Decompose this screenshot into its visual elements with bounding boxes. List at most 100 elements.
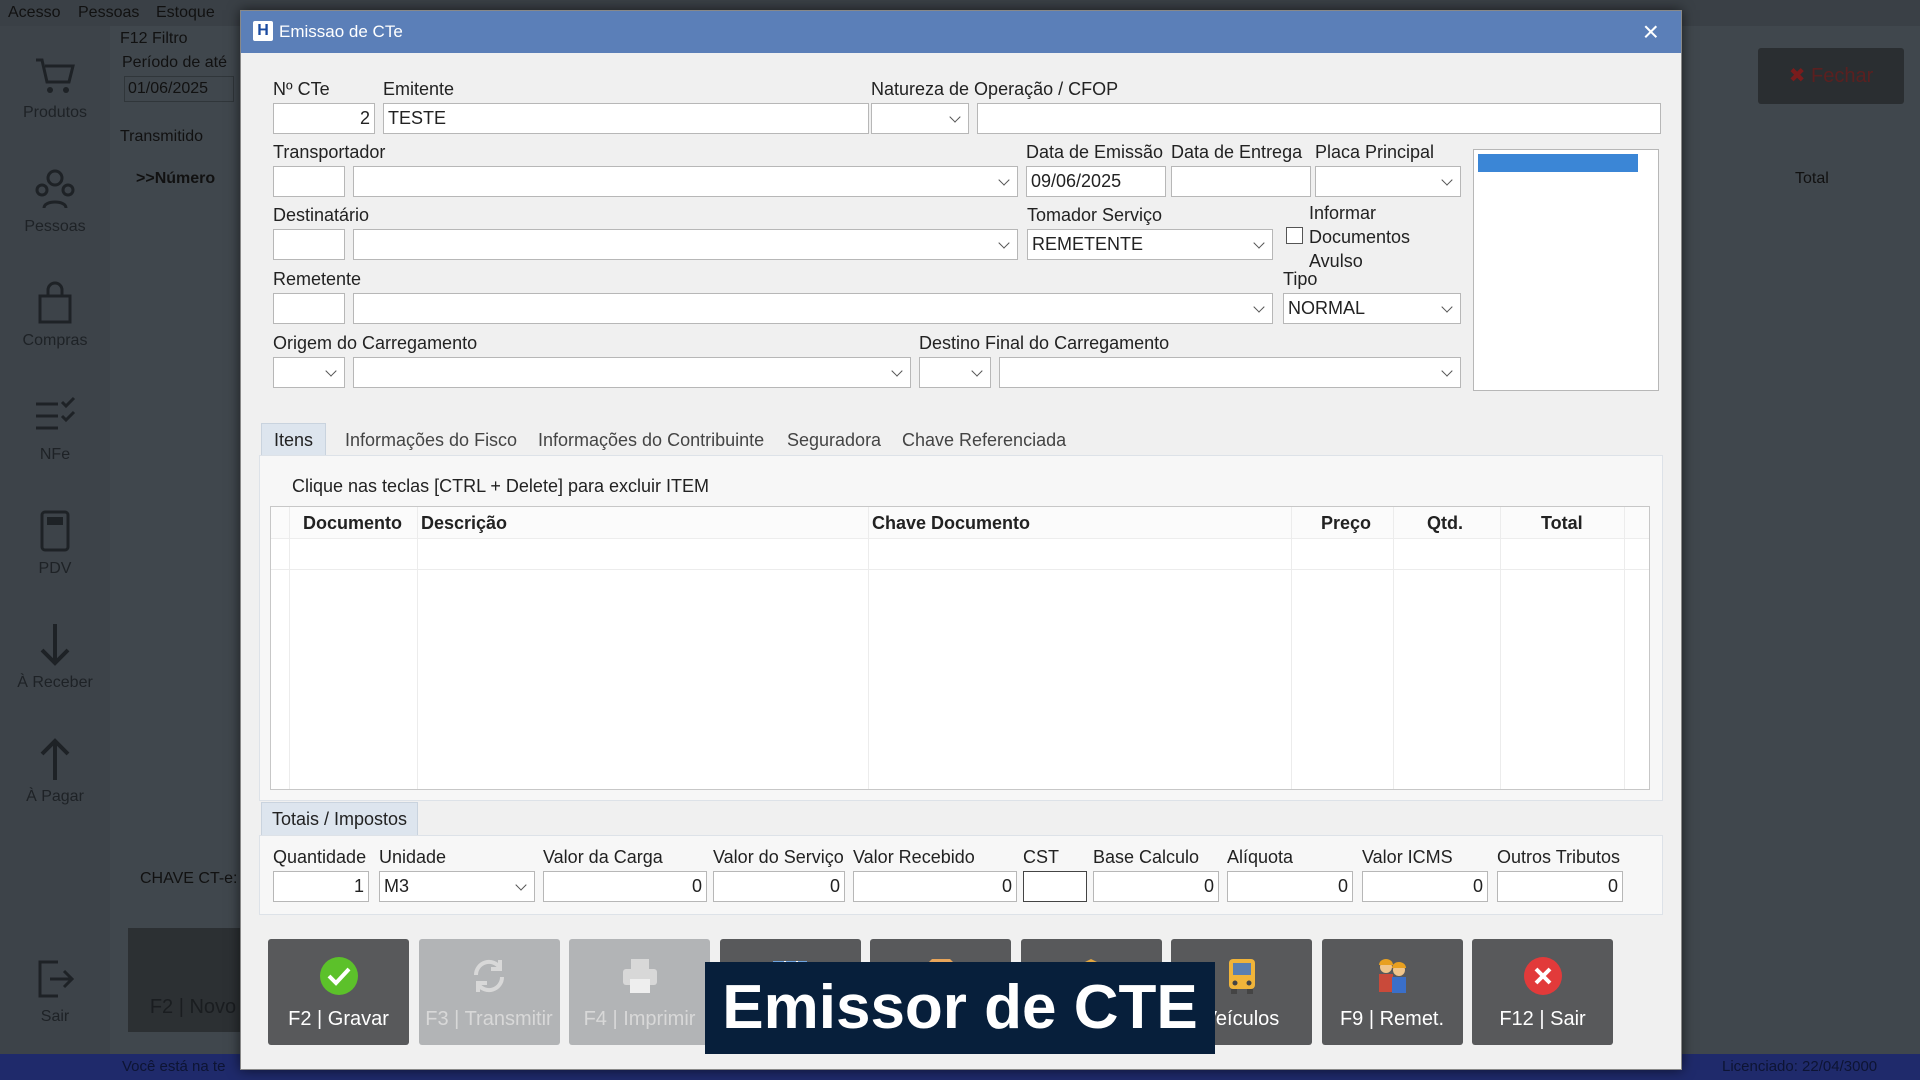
total-field-4[interactable]: 0 xyxy=(853,871,1017,902)
arrow-down-icon xyxy=(40,624,70,666)
sidebar-label: Produtos xyxy=(22,104,88,121)
sidebar-label: À Pagar xyxy=(26,788,84,805)
remetente-button[interactable]: F9 | Remet. xyxy=(1321,939,1463,1045)
remetente-select[interactable] xyxy=(353,293,1273,324)
tab-chave-referenciada[interactable]: Chave Referenciada xyxy=(902,430,1066,451)
destinatario-code-field[interactable] xyxy=(273,229,345,260)
num-cte-label: Nº CTe xyxy=(273,79,330,99)
total-field-0[interactable]: 1 xyxy=(273,871,369,902)
novo-button[interactable]: F2 | Novo xyxy=(128,928,258,1032)
imprimir-button[interactable]: F4 | Imprimir xyxy=(569,939,710,1045)
total-field-7[interactable]: 0 xyxy=(1227,871,1353,902)
transportador-label: Transportador xyxy=(273,142,386,162)
origem-cidade-select[interactable] xyxy=(353,357,911,388)
emissao-cte-dialog: H Emissao de CTe × Nº CTe 2 Emitente TES… xyxy=(240,10,1682,1070)
button-label: F12 | Sair xyxy=(1499,1008,1586,1030)
tab-seguradora[interactable]: Seguradora xyxy=(787,430,881,451)
tab-transmitido[interactable]: Transmitido xyxy=(120,128,203,146)
filter-label: F12 Filtro xyxy=(120,30,188,47)
total-label-9: Outros Tributos xyxy=(1497,847,1621,867)
total-field-8[interactable]: 0 xyxy=(1362,871,1488,902)
tab-informacoes-contribuinte[interactable]: Informações do Contribuinte xyxy=(538,430,764,451)
tomador-label: Tomador Serviço xyxy=(1027,205,1163,225)
remetente-code-field[interactable] xyxy=(273,293,345,324)
documentos-label: Documentos xyxy=(1309,227,1411,247)
fechar-button[interactable]: ✖ Fechar xyxy=(1758,48,1904,104)
tipo-select[interactable]: NORMAL xyxy=(1283,293,1461,324)
data-emissao-field[interactable]: 09/06/2025 xyxy=(1026,166,1166,197)
check-circle-icon xyxy=(318,955,360,1003)
sidebar-item-compras[interactable]: Compras xyxy=(0,280,110,350)
transmitir-button[interactable]: F3 | Transmitir xyxy=(418,939,560,1045)
placa-label: Placa Principal xyxy=(1315,142,1435,162)
selected-list-item[interactable] xyxy=(1478,154,1638,172)
button-label: F2 | Gravar xyxy=(288,1008,389,1030)
period-field[interactable]: 01/06/2025 xyxy=(124,76,234,102)
button-label: F3 | Transmitir xyxy=(425,1008,553,1030)
informar-documentos-checkbox[interactable] xyxy=(1286,227,1303,244)
close-circle-icon xyxy=(1522,955,1564,1003)
transportador-code-field[interactable] xyxy=(273,166,345,197)
sidebar-item-nfe[interactable]: NFe xyxy=(0,394,110,464)
column-preco[interactable]: Preço xyxy=(1321,513,1371,534)
transportador-select[interactable] xyxy=(353,166,1018,197)
natureza-descricao-field[interactable] xyxy=(977,103,1661,134)
origem-label: Origem do Carregamento xyxy=(273,333,478,353)
data-entrega-label: Data de Entrega xyxy=(1171,142,1303,162)
destinatario-select[interactable] xyxy=(353,229,1018,260)
sidebar-item-pagar[interactable]: À Pagar xyxy=(0,736,110,806)
menu-acesso[interactable]: Acesso xyxy=(8,4,60,22)
video-caption: Emissor de CTE xyxy=(705,962,1215,1054)
total-label-6: Base Calculo xyxy=(1093,847,1200,867)
sidebar-label: Sair xyxy=(40,1008,70,1025)
total-field-1[interactable]: M3 xyxy=(379,871,535,902)
placas-list[interactable] xyxy=(1473,149,1659,391)
background-sidebar: Produtos Pessoas Compras NFe PDV À Receb… xyxy=(0,26,110,1060)
column-descricao[interactable]: Descrição xyxy=(421,513,507,534)
natureza-cfop-select[interactable] xyxy=(871,103,969,134)
natureza-label: Natureza de Operação / CFOP xyxy=(871,79,1119,99)
cart-icon xyxy=(36,58,75,93)
destino-label: Destino Final do Carregamento xyxy=(919,333,1170,353)
total-label-8: Valor ICMS xyxy=(1362,847,1453,867)
data-entrega-field[interactable] xyxy=(1171,166,1311,197)
num-cte-field[interactable]: 2 xyxy=(273,103,375,134)
tab-totais-impostos[interactable]: Totais / Impostos xyxy=(261,802,419,836)
menu-pessoas[interactable]: Pessoas xyxy=(78,4,139,22)
origem-uf-select[interactable] xyxy=(273,357,345,388)
close-icon[interactable]: × xyxy=(1643,16,1659,48)
button-label: F4 | Imprimir xyxy=(583,1008,696,1030)
tomador-select[interactable]: REMETENTE xyxy=(1027,229,1273,260)
emitente-field[interactable]: TESTE xyxy=(383,103,869,134)
sidebar-item-produtos[interactable]: Produtos xyxy=(0,52,110,122)
checklist-icon xyxy=(36,396,76,430)
gravar-button[interactable]: F2 | Gravar xyxy=(268,939,409,1045)
column-chave-documento[interactable]: Chave Documento xyxy=(872,513,1030,534)
sidebar-item-pdv[interactable]: PDV xyxy=(0,508,110,578)
sidebar-label: PDV xyxy=(38,560,72,577)
tab-itens[interactable]: Itens xyxy=(261,423,327,457)
remetente-label: Remetente xyxy=(273,269,362,289)
destino-cidade-select[interactable] xyxy=(999,357,1461,388)
placa-select[interactable] xyxy=(1315,166,1461,197)
column-total[interactable]: Total xyxy=(1541,513,1583,534)
total-field-6[interactable]: 0 xyxy=(1093,871,1219,902)
sidebar-label: Compras xyxy=(22,332,88,349)
printer-icon xyxy=(619,955,661,1003)
items-grid[interactable]: Documento Descrição Chave Documento Preç… xyxy=(270,506,1650,790)
menu-estoque[interactable]: Estoque xyxy=(156,4,215,22)
sidebar-item-receber[interactable]: À Receber xyxy=(0,622,110,692)
tab-informacoes-fisco[interactable]: Informações do Fisco xyxy=(345,430,517,451)
destino-uf-select[interactable] xyxy=(919,357,991,388)
total-field-5[interactable] xyxy=(1023,871,1087,902)
total-field-9[interactable]: 0 xyxy=(1497,871,1623,902)
column-documento[interactable]: Documento xyxy=(303,513,402,534)
sidebar-item-sair[interactable]: Sair xyxy=(0,956,110,1026)
total-field-2[interactable]: 0 xyxy=(543,871,707,902)
total-field-3[interactable]: 0 xyxy=(713,871,845,902)
column-qtd[interactable]: Qtd. xyxy=(1427,513,1463,534)
sidebar-item-pessoas[interactable]: Pessoas xyxy=(0,166,110,236)
status-license: Licenciado: 22/04/3000 xyxy=(1722,1058,1878,1075)
emitente-label: Emitente xyxy=(383,79,455,99)
sair-button[interactable]: F12 | Sair xyxy=(1472,939,1613,1045)
